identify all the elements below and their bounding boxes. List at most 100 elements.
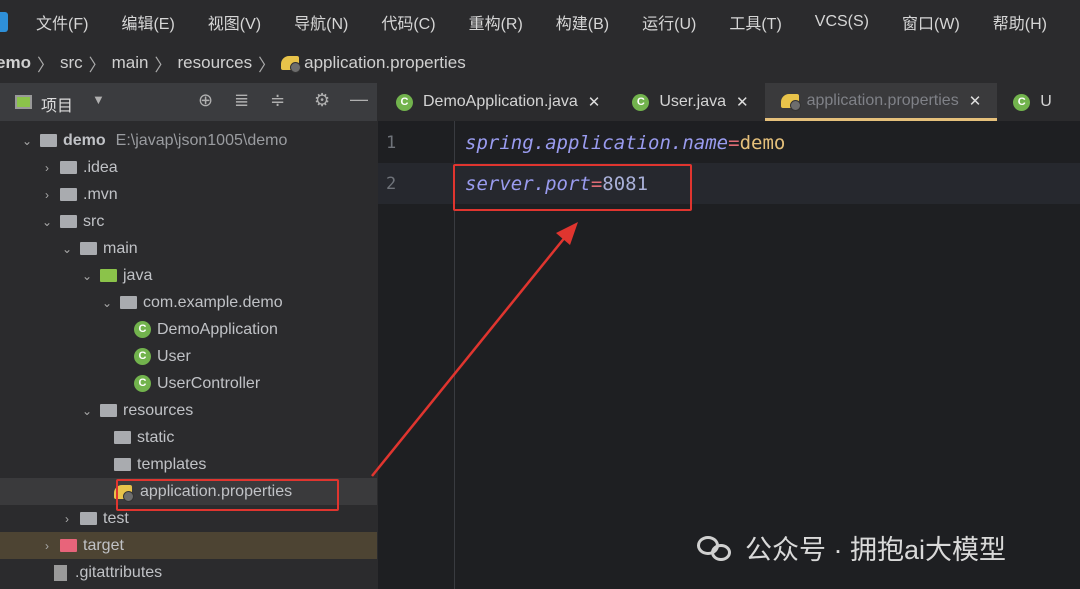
tree-item[interactable]: C UserController xyxy=(0,370,377,397)
menu-item[interactable]: 工具(T) xyxy=(729,10,781,34)
tab-application-properties[interactable]: application.properties ✕ xyxy=(764,83,998,121)
folder-icon xyxy=(114,431,131,444)
breadcrumb-separator: 〉 xyxy=(258,55,276,75)
chevron-down-icon[interactable]: ▼ xyxy=(92,92,105,107)
project-panel-title[interactable]: 项目 xyxy=(41,92,73,116)
tree-item-label: .gitattributes xyxy=(75,563,163,581)
close-icon[interactable]: ✕ xyxy=(736,93,749,111)
chevron-down-icon[interactable]: ⌄ xyxy=(60,242,74,256)
tree-item[interactable]: › .idea xyxy=(0,154,377,181)
properties-icon xyxy=(281,56,302,73)
folder-icon xyxy=(60,161,77,174)
tree-item[interactable]: ⌄ demo E:\javap\json1005\demo xyxy=(0,127,377,154)
tree-item[interactable]: ⌄ resources xyxy=(0,397,377,424)
tree-item[interactable]: templates xyxy=(0,451,377,478)
chevron-right-icon[interactable]: › xyxy=(40,539,54,553)
class-icon: C xyxy=(134,375,151,392)
class-icon: C xyxy=(134,321,151,338)
code-line[interactable]: 1 spring.application.name = demo xyxy=(378,122,1080,163)
chevron-right-icon[interactable]: › xyxy=(40,188,54,202)
tree-item-label: main xyxy=(103,239,138,257)
chevron-down-icon[interactable]: ⌄ xyxy=(80,269,94,283)
folder-icon xyxy=(80,512,97,525)
menu-item[interactable]: 编辑(E) xyxy=(121,10,174,34)
tree-item[interactable]: ⌄ main xyxy=(0,235,377,262)
highlight-box-application-properties xyxy=(116,479,339,511)
collapse-all-icon[interactable]: ≑ xyxy=(270,90,285,111)
tab-user-java[interactable]: C User.java ✕ xyxy=(616,83,764,121)
tree-item[interactable]: C DemoApplication xyxy=(0,316,377,343)
class-icon: C xyxy=(134,348,151,365)
project-icon xyxy=(15,95,32,109)
watermark: 公众号 · 拥抱ai大模型 xyxy=(697,528,1006,567)
tree-item[interactable]: ⌄ com.example.demo xyxy=(0,289,377,316)
tree-item-label: static xyxy=(137,428,175,446)
menu-item[interactable]: 窗口(W) xyxy=(902,10,960,34)
tree-item[interactable]: › target xyxy=(0,532,377,559)
tree-item[interactable]: .gitattributes xyxy=(0,559,377,586)
tree-item[interactable]: ⌄ src xyxy=(0,208,377,235)
tree-item-label: .idea xyxy=(83,158,118,176)
chevron-down-icon[interactable]: ⌄ xyxy=(100,296,114,310)
chevron-down-icon[interactable]: ⌄ xyxy=(20,134,34,148)
locate-icon[interactable]: ⊕ xyxy=(198,90,213,111)
menu-item[interactable]: 视图(V) xyxy=(208,10,261,34)
app-logo-icon xyxy=(0,12,8,32)
tab-label: U xyxy=(1040,93,1052,110)
highlight-box-server-port xyxy=(453,164,692,211)
tree-item[interactable]: C User xyxy=(0,343,377,370)
folder-icon xyxy=(80,242,97,255)
breadcrumb-file[interactable]: application.properties xyxy=(304,53,466,73)
chevron-down-icon[interactable]: ⌄ xyxy=(80,404,94,418)
menu-item[interactable]: 导航(N) xyxy=(294,10,348,34)
menu-item[interactable]: 重构(R) xyxy=(469,10,523,34)
tree-item[interactable]: ⌄ java xyxy=(0,262,377,289)
properties-icon xyxy=(780,93,801,111)
breadcrumb-item[interactable]: resources xyxy=(178,53,253,73)
tree-item-label: target xyxy=(83,536,124,554)
tab-label: DemoApplication.java xyxy=(423,93,578,110)
tree-item[interactable]: › .mvn xyxy=(0,181,377,208)
file-icon xyxy=(54,564,67,581)
tree-item-label: demo xyxy=(63,131,106,149)
menu-item[interactable]: 构建(B) xyxy=(556,10,609,34)
minimize-icon[interactable]: — xyxy=(350,89,368,110)
watermark-text: 公众号 · 拥抱ai大模型 xyxy=(745,535,1007,565)
gear-icon[interactable]: ⚙ xyxy=(314,90,330,111)
menu-item[interactable]: 运行(U) xyxy=(642,10,696,34)
tree-item-label: test xyxy=(103,509,129,527)
source-folder-icon xyxy=(100,269,117,282)
chevron-right-icon[interactable]: › xyxy=(40,161,54,175)
tab-demoapplication-java[interactable]: C DemoApplication.java ✕ xyxy=(380,83,616,121)
menu-item[interactable]: 文件(F) xyxy=(36,10,88,34)
tab-u[interactable]: CU xyxy=(997,83,1068,121)
menu-item[interactable]: VCS(S) xyxy=(815,13,869,31)
tree-item-label: resources xyxy=(123,401,194,419)
package-icon xyxy=(120,296,137,309)
tree-item[interactable]: static xyxy=(0,424,377,451)
menu-item[interactable]: 帮助(H) xyxy=(993,10,1047,34)
tree-item-label: templates xyxy=(137,455,207,473)
chevron-right-icon[interactable]: › xyxy=(60,512,74,526)
folder-icon xyxy=(114,458,131,471)
expand-all-icon[interactable]: ≣ xyxy=(234,90,249,111)
tab-label: User.java xyxy=(659,93,727,110)
project-toolbar: 项目 ▼ ⊕ ≣ ≑ ⚙ — xyxy=(0,83,377,121)
tree-item-label: src xyxy=(83,212,105,230)
tab-label: application.properties xyxy=(806,91,959,109)
close-icon[interactable]: ✕ xyxy=(969,92,982,110)
editor-tabs: C DemoApplication.java ✕ C User.java ✕ applica… xyxy=(380,83,1080,121)
breadcrumb-separator: 〉 xyxy=(36,55,54,75)
menu-bar: 文件(F) 编辑(E) 视图(V) 导航(N) 代码(C) 重构(R) 构建(B) 运行(U)… xyxy=(0,0,1080,44)
chevron-down-icon[interactable]: ⌄ xyxy=(40,215,54,229)
spring-boot-class-icon: C xyxy=(396,93,413,111)
breadcrumb-separator: 〉 xyxy=(154,55,172,75)
close-icon[interactable]: ✕ xyxy=(588,93,601,111)
breadcrumb-item[interactable]: emo xyxy=(0,53,31,73)
breadcrumb-item[interactable]: src xyxy=(60,53,83,73)
module-icon xyxy=(40,134,57,147)
breadcrumb-item[interactable]: main xyxy=(112,53,149,73)
wechat-icon xyxy=(697,534,733,562)
property-value: demo xyxy=(739,131,786,154)
menu-item[interactable]: 代码(C) xyxy=(381,10,435,34)
